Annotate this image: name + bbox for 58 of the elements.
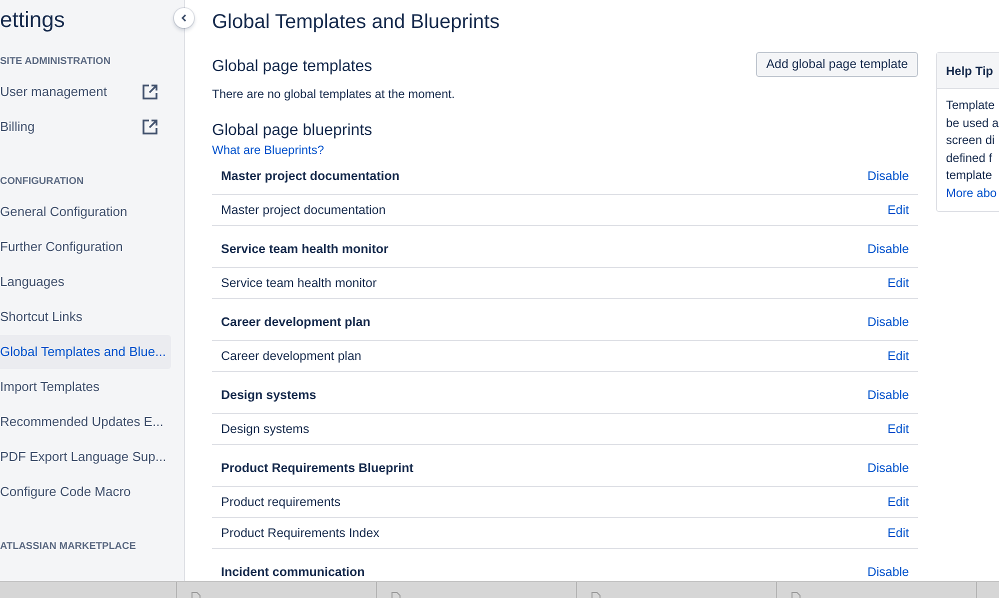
sidebar-item[interactable]: Global Templates and Blue... — [0, 335, 171, 369]
sidebar-item[interactable]: Languages — [0, 265, 171, 299]
template-name: Master project documentation — [221, 202, 386, 219]
template-name: Product Requirements Index — [221, 524, 380, 542]
section-title: Global page blueprints — [212, 121, 374, 141]
help-text-line: screen di — [946, 132, 995, 149]
collapse-button[interactable] — [174, 8, 194, 28]
sidebar-item[interactable]: User management — [0, 75, 171, 109]
template-name: Design systems — [221, 420, 310, 438]
more-link[interactable]: More abo — [946, 184, 997, 202]
help-text-line: Template — [946, 97, 995, 114]
disable-link[interactable]: Disable — [867, 459, 909, 478]
blueprint-title: Product Requirements Blueprint — [221, 460, 414, 478]
sidebar-item[interactable]: Billing — [0, 110, 171, 144]
blueprint-title: Incident communication — [221, 564, 365, 582]
edit-link[interactable]: Edit — [887, 524, 909, 542]
help-text-line: defined f — [946, 150, 992, 166]
chevron-left-icon — [181, 14, 187, 22]
file-icon — [191, 592, 201, 598]
edit-link[interactable]: Edit — [887, 420, 909, 438]
disable-link[interactable]: Disable — [867, 563, 909, 582]
help-text-line: be used a — [946, 114, 999, 132]
help-text-line: template — [946, 167, 992, 184]
file-icon — [591, 592, 601, 598]
page-title: Global Templates and Blueprints — [212, 10, 501, 35]
file-icon — [791, 592, 801, 598]
sidebar-item[interactable]: Further Configuration — [0, 230, 171, 264]
add-template-button[interactable]: Add global page template — [756, 52, 918, 77]
blueprint-title: Design systems — [221, 387, 316, 404]
blueprints-help-link[interactable]: What are Blueprints? — [212, 141, 324, 159]
template-name: Career development plan — [221, 348, 362, 365]
disable-link[interactable]: Disable — [867, 386, 909, 405]
edit-link[interactable]: Edit — [887, 492, 909, 512]
sidebar-item[interactable]: Import Templates — [0, 370, 171, 404]
edit-link[interactable]: Edit — [887, 346, 909, 366]
file-icon — [391, 592, 401, 598]
edit-link[interactable]: Edit — [887, 200, 909, 220]
blueprint-title: Service team health monitor — [221, 241, 388, 258]
help-tips-title: Help Tip — [946, 62, 994, 80]
disable-link[interactable]: Disable — [867, 167, 909, 186]
sidebar-item[interactable]: Configure Code Macro — [0, 475, 171, 509]
sidebar-item[interactable]: General Configuration — [0, 195, 171, 229]
sidebar-item[interactable]: Recommended Updates E... — [0, 405, 171, 439]
disable-link[interactable]: Disable — [867, 240, 909, 259]
template-name: Service team health monitor — [221, 274, 377, 292]
section-title: Global page templates — [212, 57, 374, 77]
disable-link[interactable]: Disable — [867, 313, 909, 332]
template-name: Product requirements — [221, 494, 341, 511]
section-heading: SITE ADMINISTRATION — [0, 55, 112, 69]
sidebar-item[interactable]: Shortcut Links — [0, 300, 171, 334]
section-heading: CONFIGURATION — [0, 175, 85, 189]
sidebar-item[interactable]: PDF Export Language Sup... — [0, 440, 171, 474]
empty-message: There are no global templates at the moment. — [212, 86, 455, 103]
blueprint-title: Master project documentation — [221, 168, 400, 186]
edit-link[interactable]: Edit — [887, 274, 909, 292]
section-heading: ATLASSIAN MARKETPLACE — [0, 540, 137, 554]
sidebar-title: ettings — [0, 6, 66, 34]
blueprint-title: Career development plan — [221, 314, 370, 332]
